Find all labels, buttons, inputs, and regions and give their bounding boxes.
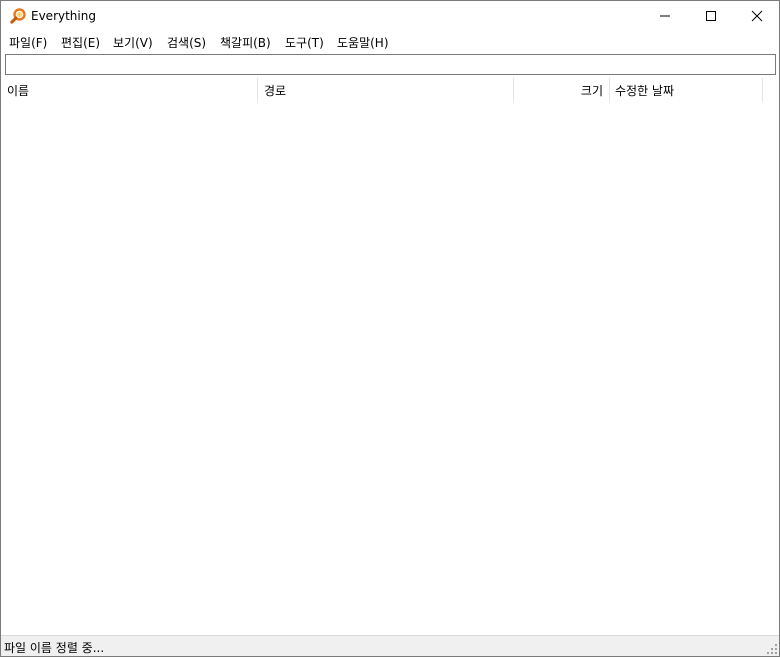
column-header-path[interactable]: 경로 <box>258 78 514 102</box>
menu-tools[interactable]: 도구(T) <box>285 34 324 51</box>
column-header-modified-date[interactable]: 수정한 날짜 <box>610 78 763 102</box>
results-column-header: 이름 경로 크기 수정한 날짜 <box>1 78 779 102</box>
status-text: 파일 이름 정렬 중... <box>4 641 105 655</box>
menu-file[interactable]: 파일(F) <box>9 34 47 51</box>
results-list[interactable] <box>1 102 779 635</box>
maximize-button[interactable] <box>688 1 734 31</box>
menu-help[interactable]: 도움말(H) <box>337 34 389 51</box>
minimize-icon <box>660 15 670 17</box>
window-title: Everything <box>31 9 96 23</box>
resize-grip-icon[interactable] <box>767 644 777 654</box>
minimize-button[interactable] <box>642 1 688 31</box>
menu-bookmarks[interactable]: 책갈피(B) <box>220 34 271 51</box>
column-header-size[interactable]: 크기 <box>514 78 610 102</box>
close-icon <box>751 10 763 22</box>
menu-bar: 파일(F) 편집(E) 보기(V) 검색(S) 책갈피(B) 도구(T) 도움말… <box>1 31 779 52</box>
status-bar: 파일 이름 정렬 중... <box>1 635 779 656</box>
maximize-icon <box>706 11 716 21</box>
magnifier-app-icon <box>10 8 26 24</box>
app-window: Everything 파일(F) 편집(E) 보기(V) 검색(S) 책갈피(B… <box>0 0 780 657</box>
column-header-name[interactable]: 이름 <box>1 78 258 102</box>
menu-search[interactable]: 검색(S) <box>167 34 206 51</box>
search-bar <box>1 52 779 77</box>
menu-view[interactable]: 보기(V) <box>113 34 153 51</box>
title-bar[interactable]: Everything <box>1 1 779 31</box>
close-button[interactable] <box>734 1 780 31</box>
search-input[interactable] <box>5 54 776 75</box>
menu-edit[interactable]: 편집(E) <box>61 34 100 51</box>
